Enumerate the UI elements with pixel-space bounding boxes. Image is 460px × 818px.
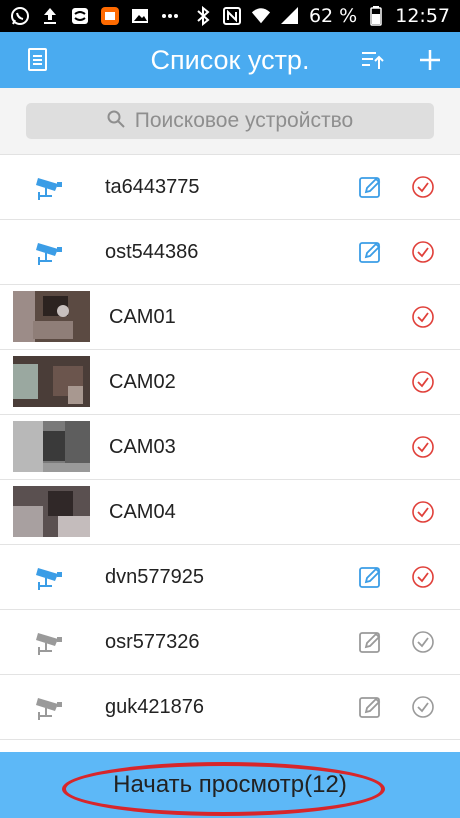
start-view-button[interactable]: Начать просмотр(12) [0, 752, 460, 818]
device-name: CAM01 [109, 306, 176, 328]
image-icon [130, 6, 150, 26]
camera-icon [34, 239, 66, 267]
edit-icon[interactable] [358, 695, 382, 719]
check-circle-icon[interactable] [411, 500, 435, 524]
search-icon [107, 110, 125, 133]
app-bar: Список устр. [0, 32, 460, 88]
check-circle-icon[interactable] [411, 240, 435, 264]
mi-app-icon [100, 6, 120, 26]
search-bar: Поисковое устройство [0, 88, 460, 155]
nfc-icon [222, 6, 242, 26]
red-annotation-oval [62, 762, 385, 816]
camera-thumbnail [13, 291, 90, 342]
sync-icon [70, 6, 90, 26]
battery-percent: 62 % [308, 5, 358, 27]
device-row[interactable]: dvn577925 [0, 545, 460, 610]
device-name: guk421876 [105, 696, 204, 718]
device-row[interactable]: guk421876 [0, 675, 460, 740]
signal-icon [280, 6, 300, 26]
notification-icons [0, 6, 180, 26]
edit-icon[interactable] [358, 630, 382, 654]
device-name: ost544386 [105, 241, 199, 263]
search-placeholder: Поисковое устройство [134, 109, 354, 132]
device-name: ta6443775 [105, 176, 200, 198]
sort-icon[interactable] [354, 42, 390, 78]
device-name: CAM04 [109, 501, 176, 523]
edit-icon[interactable] [358, 240, 382, 264]
camera-icon [34, 564, 66, 592]
camera-icon [34, 174, 66, 202]
camera-icon [34, 629, 66, 657]
battery-icon [366, 6, 386, 26]
camera-thumbnail [13, 356, 90, 407]
check-circle-icon[interactable] [411, 565, 435, 589]
system-indicators: 62 % 12:57 [193, 5, 460, 27]
device-list: ta6443775 ost544386 CAM01 CAM02 CAM03 CAM04 dv… [0, 155, 460, 740]
add-icon[interactable] [412, 42, 448, 78]
check-circle-icon[interactable] [411, 370, 435, 394]
whatsapp-icon [10, 6, 30, 26]
camera-thumbnail [13, 486, 90, 537]
check-circle-icon[interactable] [411, 305, 435, 329]
wifi-icon [251, 6, 271, 26]
check-circle-icon[interactable] [411, 630, 435, 654]
device-row[interactable]: ost544386 [0, 220, 460, 285]
check-circle-icon[interactable] [411, 175, 435, 199]
camera-thumbnail [13, 421, 90, 472]
page-title: Список устр. [150, 45, 310, 75]
device-row[interactable]: CAM03 [0, 415, 460, 480]
search-input[interactable]: Поисковое устройство [26, 103, 434, 139]
more-dots-icon [160, 6, 180, 26]
device-name: dvn577925 [105, 566, 204, 588]
edit-icon[interactable] [358, 565, 382, 589]
device-row[interactable]: CAM01 [0, 285, 460, 350]
camera-icon [34, 694, 66, 722]
device-row[interactable]: ta6443775 [0, 155, 460, 220]
bluetooth-icon [193, 6, 213, 26]
clock: 12:57 [395, 5, 450, 27]
upload-icon [40, 6, 60, 26]
check-circle-icon[interactable] [411, 435, 435, 459]
device-row[interactable]: CAM04 [0, 480, 460, 545]
device-name: CAM02 [109, 371, 176, 393]
edit-icon[interactable] [358, 175, 382, 199]
check-circle-icon[interactable] [411, 695, 435, 719]
device-name: CAM03 [109, 436, 176, 458]
device-name: osr577326 [105, 631, 200, 653]
device-row[interactable]: CAM02 [0, 350, 460, 415]
device-row[interactable]: osr577326 [0, 610, 460, 675]
status-bar: 62 % 12:57 [0, 0, 460, 32]
